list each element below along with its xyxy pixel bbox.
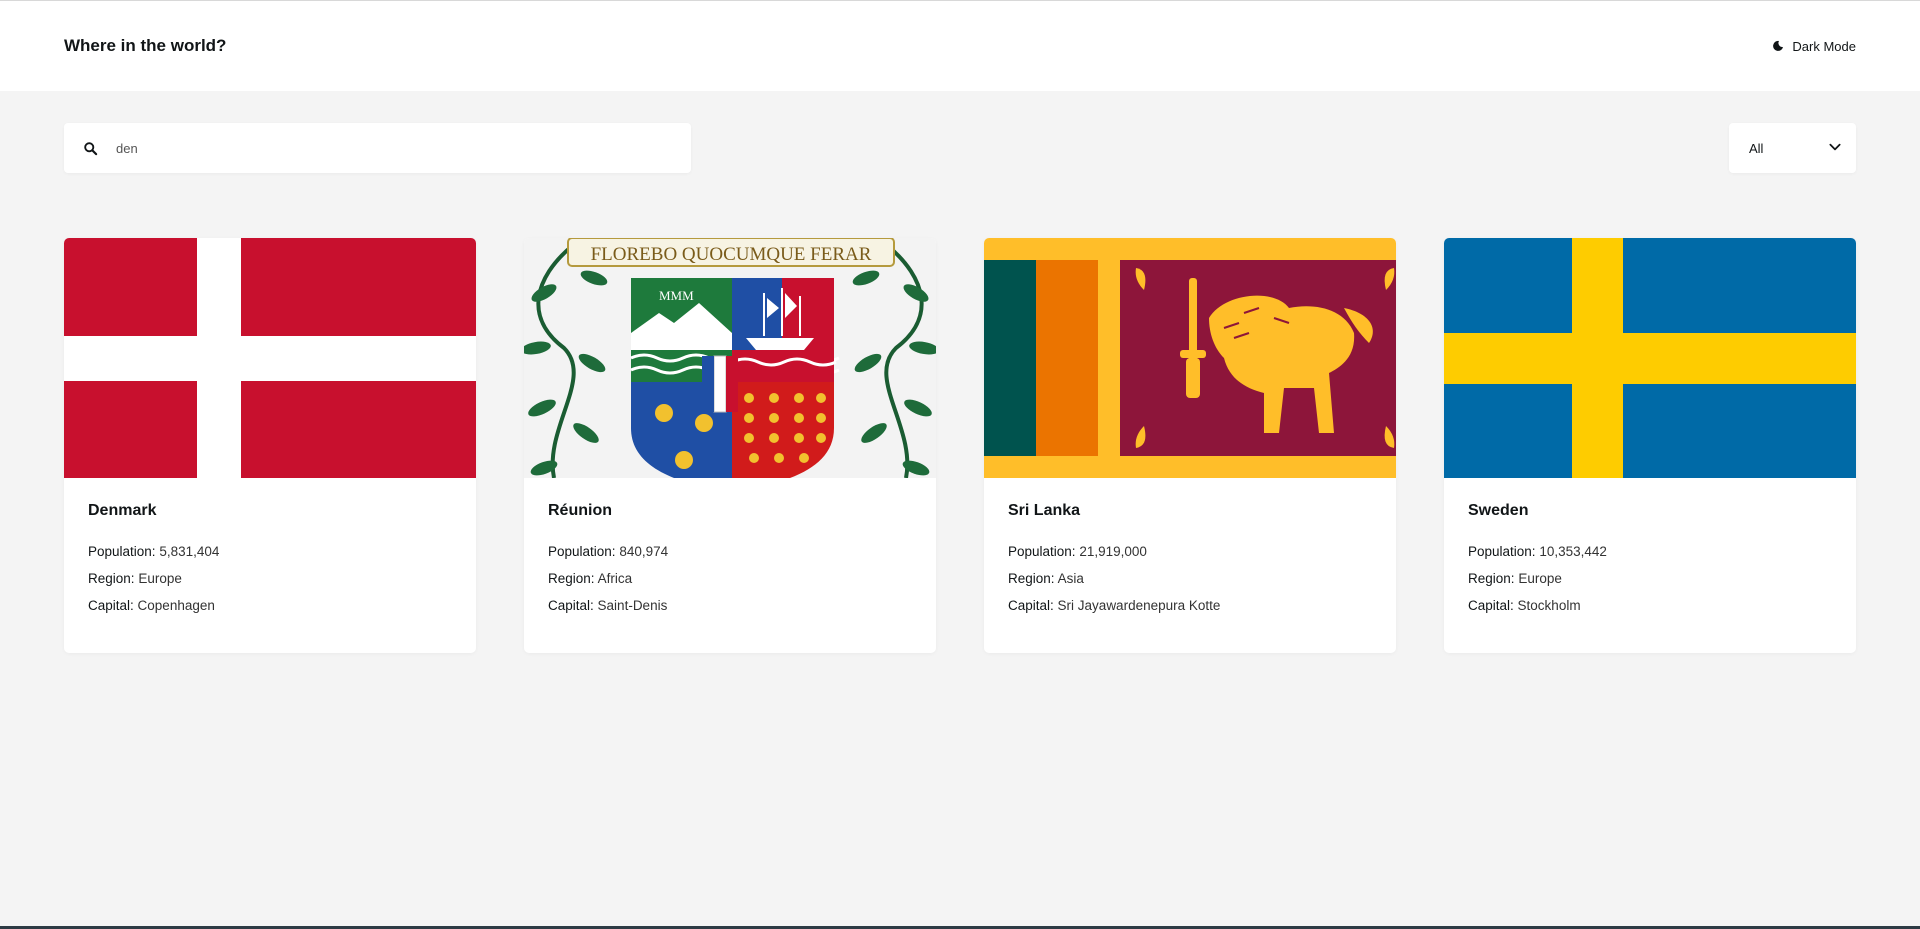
capital-value: Sri Jayawardenepura Kotte [1057,598,1221,613]
region-row: Region: Africa [548,565,912,592]
capital-value: Copenhagen [137,598,215,613]
country-name: Sri Lanka [1008,502,1081,519]
flag-motto: FLOREBO QUOCUMQUE FERAR [591,244,872,265]
capital-label: Capital: [88,598,134,613]
region-value: Asia [1057,571,1084,586]
flag-sri-lanka [984,238,1396,478]
chevron-down-icon [1828,140,1842,157]
region-filter-select[interactable]: All [1729,123,1856,173]
population-row: Population: 840,974 [548,538,912,565]
population-value: 21,919,000 [1079,544,1147,559]
search-bar [64,123,691,173]
population-row: Population: 10,353,442 [1468,538,1832,565]
flag-mark: MMM [659,288,694,303]
region-label: Region: [1468,571,1515,586]
country-name: Réunion [548,502,612,519]
moon-icon [1772,40,1784,52]
region-value: Europe [1518,571,1562,586]
flag-denmark [64,238,476,478]
capital-label: Capital: [1008,598,1054,613]
region-label: Region: [88,571,135,586]
capital-label: Capital: [548,598,594,613]
region-row: Region: Europe [88,565,452,592]
capital-row: Capital: Sri Jayawardenepura Kotte [1008,592,1372,619]
population-value: 840,974 [619,544,669,559]
population-row: Population: 21,919,000 [1008,538,1372,565]
app-header: Where in the world? Dark Mode [0,1,1920,91]
population-value: 10,353,442 [1539,544,1607,559]
region-value: Africa [597,571,633,586]
region-label: Region: [1008,571,1055,586]
population-label: Population: [88,544,156,559]
dark-mode-label: Dark Mode [1792,38,1856,54]
population-label: Population: [1468,544,1536,559]
country-card-reunion[interactable]: FLOREBO QUOCUMQUE FERAR MMM Réunion Popu… [524,238,936,653]
flag-sweden [1444,238,1856,478]
capital-value: Stockholm [1517,598,1581,613]
capital-label: Capital: [1468,598,1514,613]
region-value: Europe [138,571,182,586]
capital-value: Saint-Denis [597,598,668,613]
region-filter-value: All [1749,140,1764,156]
population-label: Population: [548,544,616,559]
app-title: Where in the world? [64,36,227,55]
capital-row: Capital: Stockholm [1468,592,1832,619]
region-row: Region: Europe [1468,565,1832,592]
population-label: Population: [1008,544,1076,559]
country-name: Denmark [88,502,157,519]
capital-row: Capital: Saint-Denis [548,592,912,619]
country-card-denmark[interactable]: Denmark Population: 5,831,404 Region: Eu… [64,238,476,653]
search-input[interactable] [116,133,656,163]
region-label: Region: [548,571,595,586]
search-icon[interactable] [78,136,102,160]
capital-row: Capital: Copenhagen [88,592,452,619]
country-card-sri-lanka[interactable]: Sri Lanka Population: 21,919,000 Region:… [984,238,1396,653]
dark-mode-toggle[interactable]: Dark Mode [1772,39,1856,54]
population-row: Population: 5,831,404 [88,538,452,565]
country-card-sweden[interactable]: Sweden Population: 10,353,442 Region: Eu… [1444,238,1856,653]
flag-reunion: FLOREBO QUOCUMQUE FERAR MMM [524,238,936,478]
country-name: Sweden [1468,502,1529,519]
population-value: 5,831,404 [159,544,220,559]
region-row: Region: Asia [1008,565,1372,592]
